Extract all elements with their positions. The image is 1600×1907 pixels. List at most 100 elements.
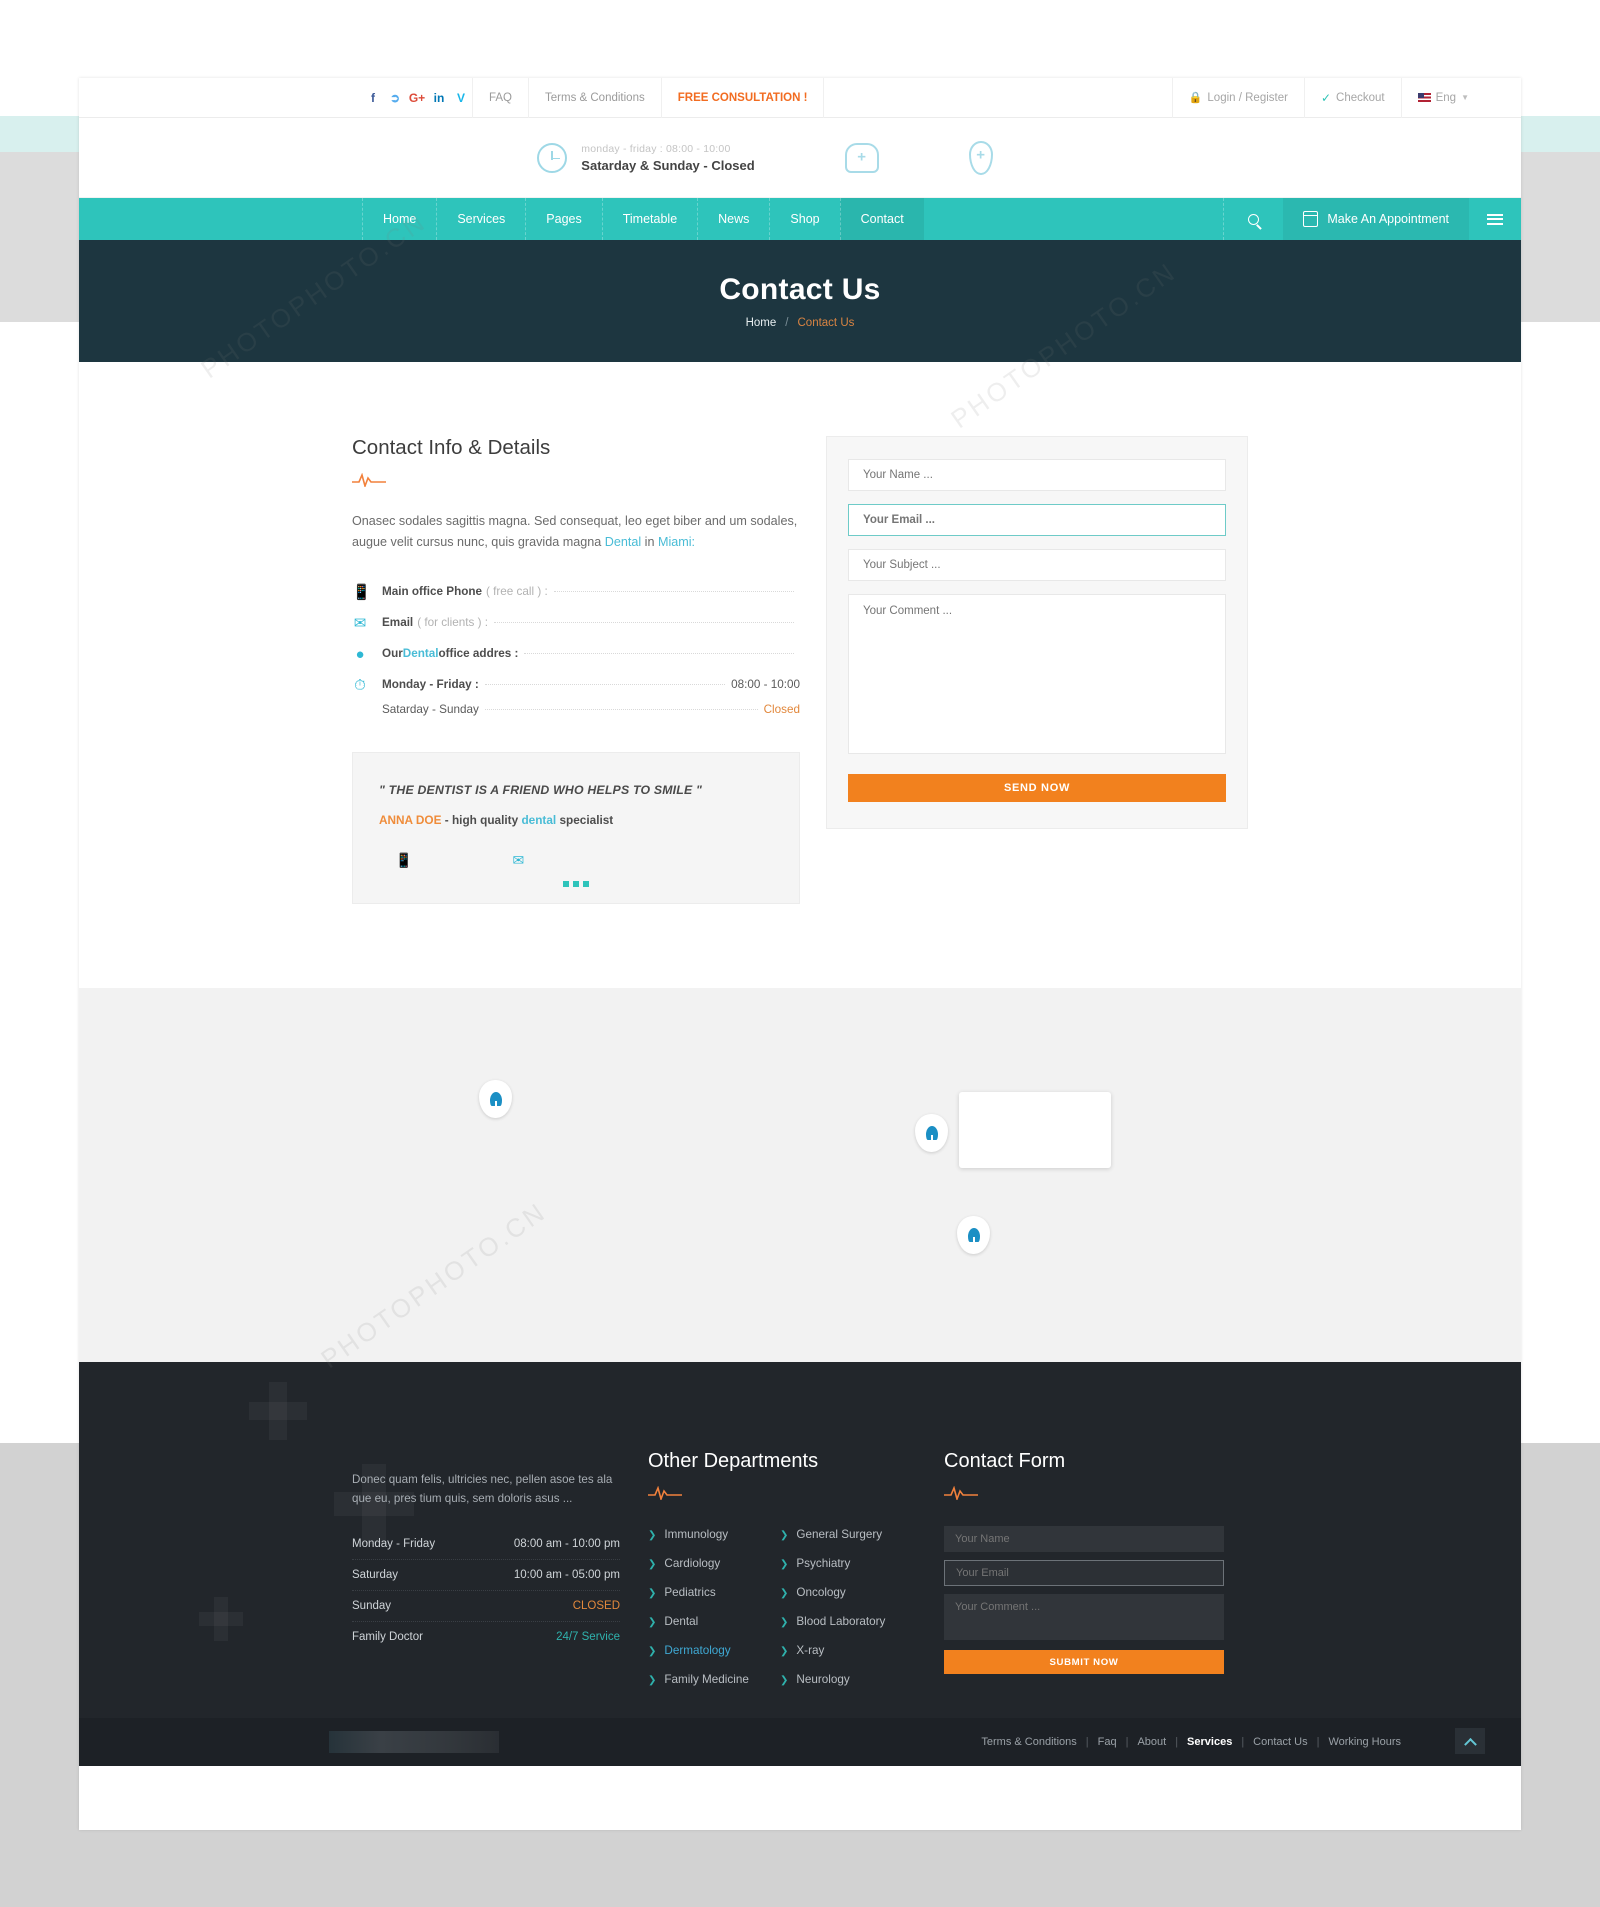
contact-form-card: SEND NOW: [826, 436, 1248, 829]
footer-submit-button[interactable]: SUBMIT NOW: [944, 1650, 1224, 1674]
department-item[interactable]: ❯ Pediatrics: [648, 1586, 780, 1599]
envelope-icon[interactable]: ✉: [512, 852, 524, 869]
tooth-icon: [925, 1126, 938, 1140]
department-item[interactable]: ❯ X-ray: [780, 1644, 912, 1657]
nav-item-news[interactable]: News: [697, 198, 769, 240]
footer-hours-value: 08:00 am - 10:00 pm: [513, 1538, 620, 1550]
department-item[interactable]: ❯ Family Medicine: [648, 1673, 780, 1686]
department-item-active[interactable]: ❯ Dermatology: [648, 1644, 780, 1657]
department-item[interactable]: ❯ Cardiology: [648, 1557, 780, 1570]
facebook-icon[interactable]: f: [362, 91, 384, 105]
nav-logo-space: [79, 198, 362, 240]
paragraph-link-miami[interactable]: Miami:: [658, 535, 695, 549]
footer-link-services[interactable]: Services: [1187, 1736, 1232, 1748]
send-now-button[interactable]: SEND NOW: [848, 774, 1226, 802]
subject-input[interactable]: [848, 549, 1226, 581]
department-label: Cardiology: [664, 1557, 721, 1570]
map-marker-1[interactable]: [479, 1080, 512, 1118]
department-label: Neurology: [796, 1673, 850, 1686]
department-item[interactable]: ❯ Neurology: [780, 1673, 912, 1686]
contact-row-hours-label: Monday - Friday :: [382, 678, 479, 691]
footer-about-column: Donec quam felis, ultricies nec, pellen …: [352, 1450, 620, 1702]
tooth-icon: [967, 1228, 980, 1242]
department-item[interactable]: ❯ Immunology: [648, 1528, 780, 1541]
language-selector[interactable]: Eng ▼: [1400, 78, 1485, 118]
map-marker-2[interactable]: [915, 1114, 948, 1152]
location-map[interactable]: [79, 988, 1521, 1362]
nav-item-shop[interactable]: Shop: [769, 198, 839, 240]
footer-departments-title: Other Departments: [648, 1450, 819, 1472]
topbar-link-faq[interactable]: FAQ: [472, 78, 528, 118]
carousel-dots[interactable]: [563, 881, 589, 887]
footer-hours-day: Family Doctor: [352, 1631, 423, 1643]
chevron-down-icon: ▼: [1461, 92, 1469, 102]
department-label: Immunology: [664, 1528, 729, 1541]
lock-icon: 🔒: [1188, 91, 1203, 104]
testimonial-author-link[interactable]: dental: [521, 813, 556, 827]
footer-bottom-links: Terms & Conditions | Faq | About | Servi…: [981, 1736, 1401, 1748]
chevron-right-icon: ❯: [780, 1588, 789, 1599]
footer-email-input[interactable]: [944, 1560, 1224, 1586]
department-label: Psychiatry: [796, 1557, 851, 1570]
footer-columns: Donec quam felis, ultricies nec, pellen …: [352, 1362, 1248, 1702]
department-item[interactable]: ❯ Dental: [648, 1615, 780, 1628]
contact-row-hours-body: Monday - Friday : 08:00 - 10:00 Satarday…: [382, 678, 800, 716]
login-register-button[interactable]: 🔒 Login / Register: [1171, 78, 1304, 118]
breadcrumb-home[interactable]: Home: [746, 317, 777, 329]
linkedin-icon[interactable]: in: [428, 91, 450, 105]
nav-menu-toggle[interactable]: [1469, 198, 1521, 240]
email-input[interactable]: [848, 504, 1226, 536]
pulse-divider-icon: [648, 1486, 916, 1500]
contact-row-address-link[interactable]: Dental: [403, 647, 439, 660]
tooth-icon: [489, 1092, 502, 1106]
contact-row-phone-label: Main office Phone: [382, 585, 483, 598]
map-marker-3[interactable]: [957, 1216, 990, 1254]
footer-link-contact[interactable]: Contact Us: [1253, 1736, 1307, 1748]
scroll-to-top-button[interactable]: [1455, 1728, 1485, 1754]
nav-item-pages[interactable]: Pages: [525, 198, 601, 240]
footer-link-about[interactable]: About: [1137, 1736, 1166, 1748]
footer-link-working-hours[interactable]: Working Hours: [1328, 1736, 1401, 1748]
paragraph-link-dental[interactable]: Dental: [605, 535, 641, 549]
department-item[interactable]: ❯ Oncology: [780, 1586, 912, 1599]
contact-row-weekend-label: Satarday - Sunday: [382, 703, 479, 716]
contact-row-phone: 📱 Main office Phone ( free call ) :: [352, 585, 800, 601]
website-frame: f ➲ G+ in V FAQ Terms & Conditions FREE …: [79, 78, 1521, 1830]
mobile-phone-icon[interactable]: 📱: [395, 852, 412, 869]
footer-form-column: Contact Form SUBMIT NOW: [944, 1450, 1224, 1702]
footer-hours-value: CLOSED: [572, 1600, 620, 1612]
contact-row-email-soft: ( for clients ) :: [417, 616, 488, 629]
decor-cross: [214, 1597, 228, 1641]
site-header: monday - friday : 08:00 - 10:00 Satarday…: [79, 118, 1521, 198]
vimeo-icon[interactable]: V: [450, 91, 472, 105]
checkout-button[interactable]: ✓ Checkout: [1303, 78, 1401, 118]
footer-link-separator: |: [1241, 1736, 1245, 1748]
department-item[interactable]: ❯ General Surgery: [780, 1528, 912, 1541]
make-appointment-button[interactable]: Make An Appointment: [1283, 198, 1469, 240]
department-item[interactable]: ❯ Blood Laboratory: [780, 1615, 912, 1628]
chevron-right-icon: ❯: [780, 1675, 789, 1686]
testimonial-box: " THE DENTIST IS A FRIEND WHO HELPS TO S…: [352, 752, 800, 904]
name-input[interactable]: [848, 459, 1226, 491]
topbar-link-free-consultation[interactable]: FREE CONSULTATION !: [660, 78, 825, 118]
footer-comment-textarea[interactable]: [944, 1594, 1224, 1640]
department-label: General Surgery: [796, 1528, 883, 1541]
footer-link-faq[interactable]: Faq: [1098, 1736, 1117, 1748]
dotted-leader: [484, 709, 758, 710]
footer-link-terms[interactable]: Terms & Conditions: [981, 1736, 1076, 1748]
footer-name-input[interactable]: [944, 1526, 1224, 1552]
topbar-link-terms[interactable]: Terms & Conditions: [528, 78, 661, 118]
nav-search-button[interactable]: [1223, 198, 1283, 240]
comment-textarea[interactable]: [848, 594, 1226, 754]
department-item[interactable]: ❯ Psychiatry: [780, 1557, 912, 1570]
google-plus-icon[interactable]: G+: [406, 91, 428, 105]
nav-item-contact[interactable]: Contact: [839, 198, 924, 240]
paragraph-line-2b: in: [641, 535, 658, 549]
department-label: X-ray: [796, 1644, 825, 1657]
nav-item-services[interactable]: Services: [436, 198, 525, 240]
footer-form-fields: SUBMIT NOW: [944, 1526, 1224, 1674]
nav-item-timetable[interactable]: Timetable: [601, 198, 697, 240]
twitter-icon[interactable]: ➲: [384, 91, 406, 105]
telephone-icon: [844, 142, 879, 173]
nav-item-home[interactable]: Home: [362, 198, 436, 240]
